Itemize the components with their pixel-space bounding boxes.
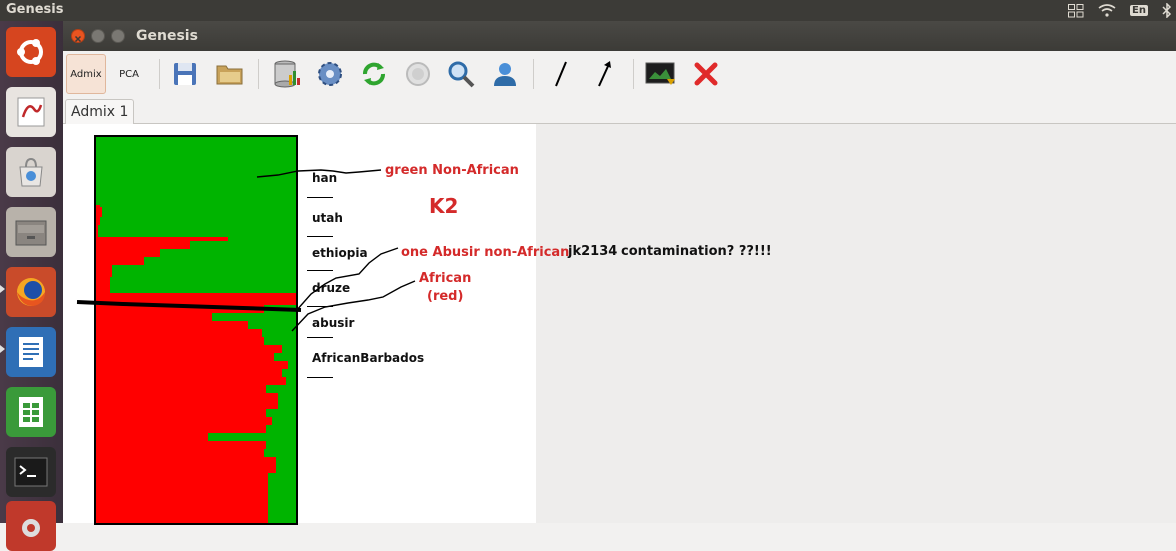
keyboard-language-indicator[interactable]: En (1130, 5, 1148, 16)
top-panel-app-title: Genesis (6, 2, 64, 17)
export-image-icon[interactable] (642, 55, 680, 93)
writer-icon[interactable] (6, 327, 56, 377)
software-center-icon[interactable] (6, 147, 56, 197)
maximize-window-button[interactable] (111, 29, 125, 43)
launcher-running-indicator (0, 285, 5, 293)
population-divider (307, 377, 333, 378)
population-label-africanbarbados: AfricanBarbados (312, 351, 425, 365)
population-divider (307, 270, 333, 271)
draw-line-icon[interactable] (542, 55, 580, 93)
record-disabled-icon[interactable] (399, 55, 437, 93)
top-panel: Genesis En (0, 0, 1176, 21)
launcher (0, 21, 63, 551)
population-label-utah: utah (312, 211, 343, 225)
admixture-bar-plot (94, 135, 298, 525)
toolbar-separator (533, 59, 534, 89)
ubuntu-dash-icon[interactable] (6, 27, 56, 77)
population-label-ethiopia: ethiopia (312, 246, 368, 260)
population-label-abusir: abusir (312, 316, 355, 330)
plot-canvas: han utah ethiopia druze abusir AfricanBa… (63, 124, 1176, 525)
toolbar-separator (159, 59, 160, 89)
population-divider (307, 197, 333, 198)
admixture-plot-panel: han utah ethiopia druze abusir AfricanBa… (63, 124, 536, 525)
search-magnifier-icon[interactable] (442, 55, 480, 93)
draw-arrow-icon[interactable] (585, 55, 623, 93)
file-manager-icon[interactable] (6, 207, 56, 257)
close-window-button[interactable] (71, 29, 85, 43)
settings-gear-icon[interactable] (311, 55, 349, 93)
admixture-bar-individual (96, 473, 268, 523)
window-titlebar: Genesis (63, 21, 1176, 51)
toolbar: Admix PCA (63, 51, 1176, 98)
toolbar-separator (258, 59, 259, 89)
annotation-one-abusir-non-african: one Abusir non-African (401, 245, 570, 260)
document-viewer-icon[interactable] (6, 87, 56, 137)
minimize-window-button[interactable] (91, 29, 105, 43)
terminal-icon[interactable] (6, 447, 56, 497)
bluetooth-icon[interactable] (1162, 3, 1172, 18)
close-red-x-icon[interactable] (687, 55, 725, 93)
annotation-green-non-african: green Non-African (385, 163, 519, 178)
population-divider (307, 337, 333, 338)
save-icon[interactable] (166, 55, 204, 93)
calc-icon[interactable] (6, 387, 56, 437)
annotation-k2: K2 (429, 194, 459, 218)
window-title: Genesis (136, 28, 198, 44)
annotation-african-red: (red) (427, 289, 464, 304)
user-icon[interactable] (486, 55, 524, 93)
population-label-han: han (312, 171, 338, 185)
pca-button[interactable]: PCA (109, 54, 149, 94)
workspace-switcher-icon[interactable] (1068, 3, 1084, 18)
pca-button-label: PCA (119, 68, 139, 80)
database-icon[interactable] (268, 55, 306, 93)
refresh-icon[interactable] (355, 55, 393, 93)
population-divider (307, 306, 333, 307)
system-tray: En (1068, 0, 1172, 21)
firefox-icon[interactable] (6, 267, 56, 317)
population-divider (307, 236, 333, 237)
toolbar-separator (633, 59, 634, 89)
open-folder-icon[interactable] (211, 55, 249, 93)
launcher-running-indicator (0, 345, 5, 353)
annotation-contamination: contamination? ??!!! (621, 244, 772, 259)
tab-admix-1[interactable]: Admix 1 (65, 99, 135, 124)
annotation-african: African (419, 271, 472, 286)
genesis-window: Genesis Admix PCA Admix 1 han utah ethio… (63, 21, 1176, 525)
admix-button[interactable]: Admix (66, 54, 106, 94)
population-label-druze: druze (312, 281, 351, 295)
annotation-sample-id: jk2134 (568, 244, 618, 259)
admix-button-label: Admix (70, 68, 102, 80)
system-settings-icon[interactable] (6, 501, 56, 551)
tab-bar: Admix 1 (63, 98, 1176, 124)
wifi-icon[interactable] (1098, 4, 1116, 17)
